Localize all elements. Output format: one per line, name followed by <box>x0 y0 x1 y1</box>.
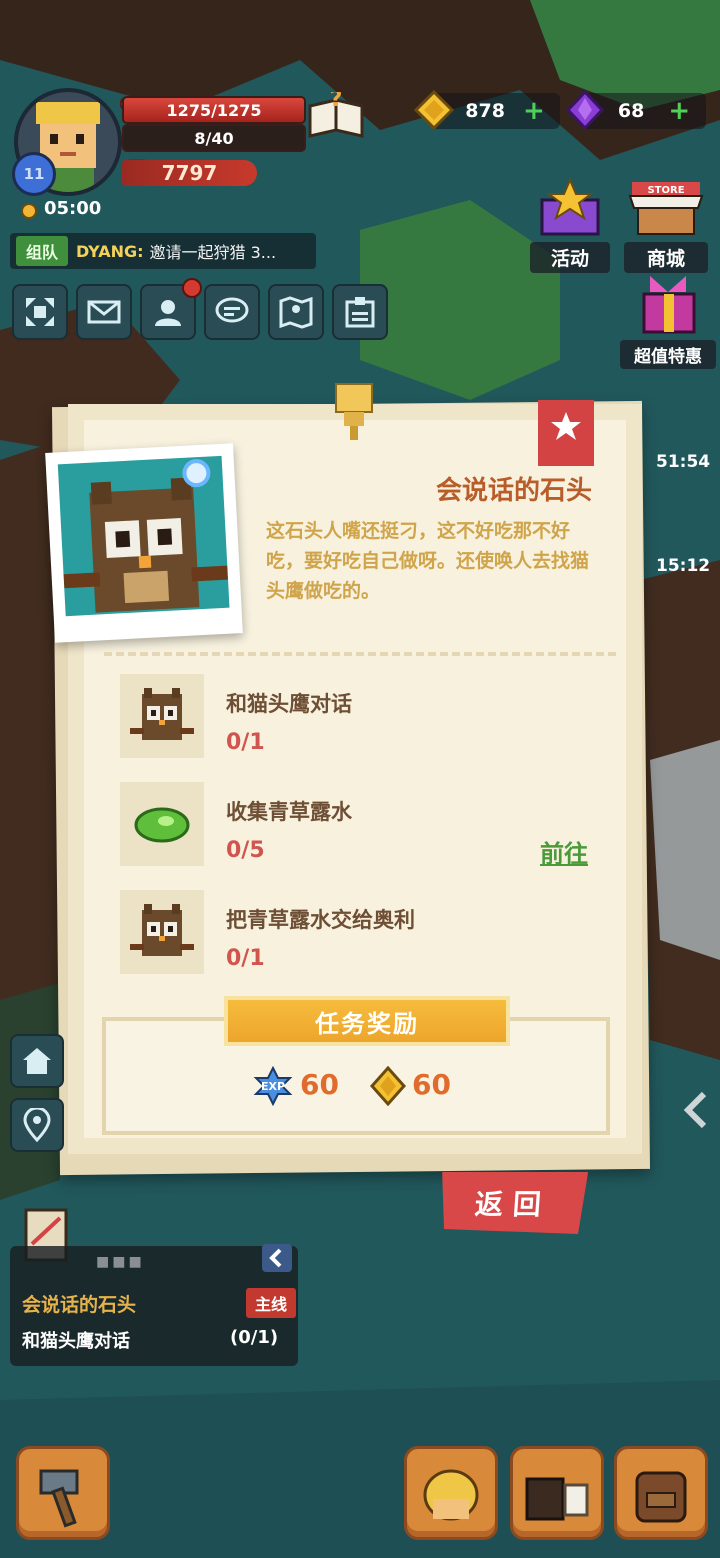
location-pin-icon <box>23 1108 51 1142</box>
gold-amount: 878 <box>465 100 505 122</box>
tracker-quest-title: 会说话的石头 <box>22 1294 137 1316</box>
home-button[interactable] <box>10 1034 64 1088</box>
special-deal-button[interactable]: 超值特惠 <box>620 272 716 370</box>
store-icon: STORE <box>628 182 704 235</box>
add-gem-button[interactable]: + <box>668 96 690 126</box>
goto-button[interactable]: 前往 <box>540 834 588 869</box>
gem-amount: 68 <box>617 100 645 122</box>
chat-message: 邀请一起狩猎 3... <box>149 243 277 262</box>
quest-description: 这石头人嘴还挺刁，这不好吃那不好吃，要好吃自己做呀。还使唤人去找猫头鹰做吃的。 <box>266 520 590 602</box>
task-name-1: 和猫头鹰对话 <box>226 692 352 716</box>
world-map-button[interactable] <box>268 284 324 340</box>
special-deal-label: 超值特惠 <box>620 340 716 369</box>
gift-star-icon <box>540 177 600 236</box>
expand-map-button[interactable] <box>12 284 68 340</box>
event-timer-1: 51:54 <box>656 452 711 472</box>
reward-gold-value: 60 <box>412 1068 451 1101</box>
friends-icon <box>155 300 181 326</box>
star-icon <box>538 400 594 466</box>
divider <box>104 652 616 656</box>
event-button[interactable]: 活动 <box>530 177 610 273</box>
task-name-2: 收集青草露水 <box>226 800 352 824</box>
crafting-button[interactable] <box>16 1446 110 1540</box>
mail-icon <box>87 300 121 324</box>
character-head-icon <box>423 1469 479 1521</box>
npc-portrait-photo <box>45 443 243 643</box>
shop-button[interactable]: STORE 商城 <box>624 178 708 273</box>
event-timer-2: 15:12 <box>656 556 711 576</box>
hammer-icon <box>39 1469 79 1528</box>
chat-channel-tag: 组队 <box>16 236 69 266</box>
task-progress-2: 0/5 <box>226 838 265 863</box>
chat-preview[interactable]: 组队 DYANG: 邀请一起狩猎 3... <box>10 233 316 269</box>
gift-box-icon <box>642 276 696 334</box>
tracker-page-dots: ■■■ <box>96 1254 145 1270</box>
tracker-progress: (0/1) <box>230 1327 279 1348</box>
gold-coin-icon <box>413 89 455 134</box>
id-card-icon <box>345 297 375 328</box>
combat-power-bar: 7797 <box>122 160 257 186</box>
leaf-dew-icon <box>134 807 190 843</box>
shop-label: 商城 <box>624 242 708 273</box>
sun-icon <box>18 200 40 226</box>
tracker-main-tag: 主线 <box>246 1288 297 1318</box>
player-level-badge: 11 <box>12 152 56 196</box>
energy-bar: 8/40 <box>122 124 306 152</box>
chat-button[interactable] <box>204 284 260 340</box>
quest-title: 会说话的石头 <box>435 476 592 506</box>
add-gold-button[interactable]: + <box>523 96 545 126</box>
expand-icon <box>26 298 54 326</box>
task-name-3: 把青草露水交给奥利 <box>226 908 415 932</box>
chevron-left-icon <box>269 1248 282 1268</box>
home-icon <box>23 1048 51 1074</box>
store-sign: STORE <box>647 185 684 196</box>
task-icon-1 <box>120 674 204 758</box>
pets-icon <box>525 1477 589 1521</box>
gold-coin-icon <box>369 1065 407 1110</box>
svg-text:?: ? <box>330 92 343 112</box>
pets-button[interactable] <box>510 1446 604 1540</box>
notification-dot-icon <box>182 278 202 298</box>
favorite-ribbon <box>538 400 594 466</box>
mail-button[interactable] <box>76 284 132 340</box>
pin-icon <box>330 382 378 446</box>
backpack-button[interactable] <box>614 1446 708 1540</box>
character-button[interactable] <box>404 1446 498 1540</box>
exp-label: EXP <box>261 1080 285 1093</box>
tracker-collapse-button[interactable] <box>262 1244 292 1272</box>
locate-button[interactable] <box>10 1098 64 1152</box>
reward-header: 任务奖励 <box>224 996 510 1046</box>
purple-gem-icon <box>565 89 605 134</box>
event-label: 活动 <box>530 242 610 273</box>
exp-icon: EXP <box>252 1065 294 1110</box>
hp-bar: 1275/1275 <box>122 96 306 124</box>
owl-icon <box>130 904 194 956</box>
chat-sender: DYANG: <box>76 241 144 261</box>
owl-icon <box>130 688 194 740</box>
map-icon <box>279 296 313 329</box>
tracker-task: 和猫头鹰对话 <box>22 1331 130 1352</box>
day-timer: 05:00 <box>44 198 102 219</box>
id-card-button[interactable] <box>332 284 388 340</box>
task-icon-2 <box>120 782 204 866</box>
task-icon-3 <box>120 890 204 974</box>
backpack-icon <box>635 1471 687 1523</box>
task-progress-3: 0/1 <box>226 946 265 971</box>
quest-book-icon[interactable]: ? <box>306 87 366 146</box>
reward-exp-value: 60 <box>300 1068 339 1101</box>
chat-bubble-icon <box>215 297 249 323</box>
task-progress-1: 0/1 <box>226 730 265 755</box>
collapse-side-arrow-icon[interactable] <box>680 1090 716 1134</box>
back-button[interactable]: 返回 <box>438 1172 588 1234</box>
